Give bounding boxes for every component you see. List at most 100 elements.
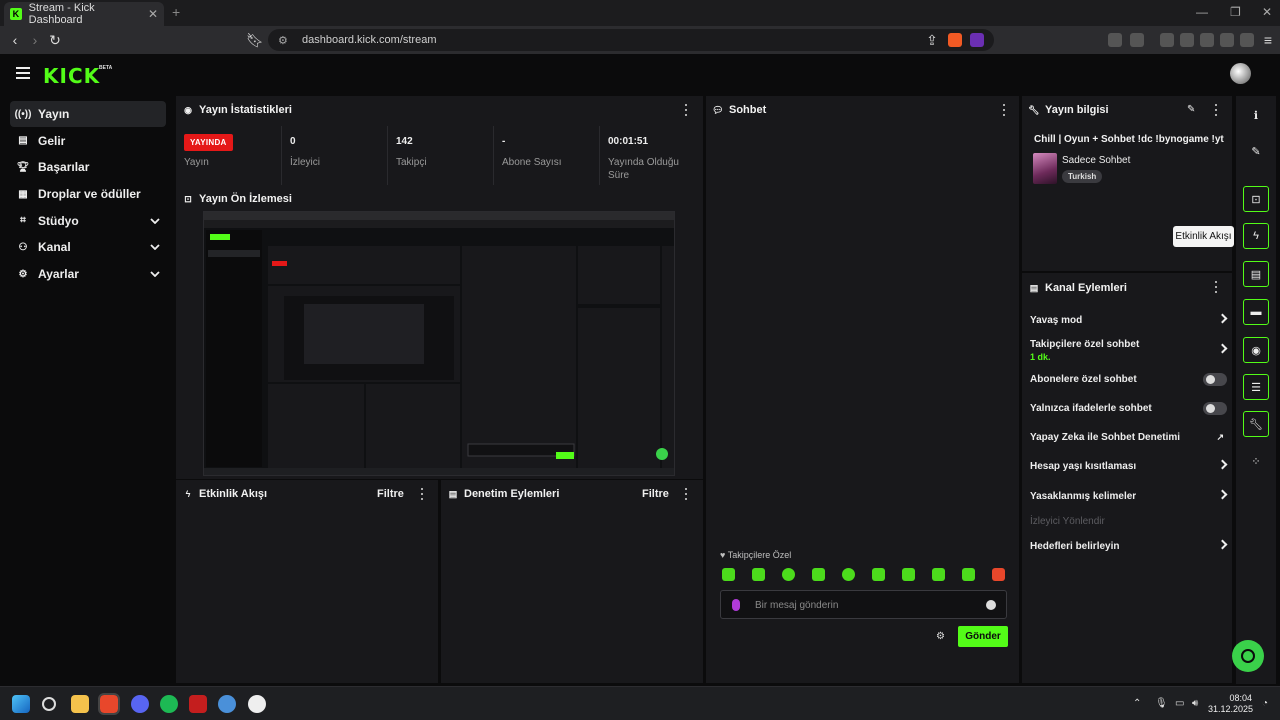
wrench-icon[interactable]: 🔧︎: [1243, 411, 1269, 437]
spotify-icon[interactable]: [160, 695, 178, 713]
emote-button[interactable]: [902, 568, 915, 581]
reload-icon[interactable]: ↻: [47, 32, 63, 48]
app-icon[interactable]: [218, 695, 236, 713]
more-options-icon[interactable]: [1214, 104, 1218, 116]
address-bar[interactable]: ⚙ dashboard.kick.com/stream: [268, 29, 994, 51]
action-ai-moderation[interactable]: Yapay Zeka ile Sohbet Denetimi ↗: [1030, 432, 1226, 443]
wallet-icon[interactable]: [1200, 33, 1214, 47]
chevron-down-icon: [150, 218, 160, 224]
more-options-icon[interactable]: [420, 488, 424, 500]
emote-button[interactable]: [722, 568, 735, 581]
back-icon[interactable]: ‹: [7, 32, 23, 48]
more-options-icon[interactable]: [1002, 104, 1006, 116]
user-avatar[interactable]: [1230, 63, 1251, 84]
chat-settings-icon[interactable]: ⚙: [936, 631, 945, 642]
sidebar-item-kanal[interactable]: ⚇ Kanal: [10, 234, 166, 260]
sidebar-item-ayarlar[interactable]: ⚙ Ayarlar: [10, 261, 166, 287]
action-account-age[interactable]: Hesap yaşı kısıtlaması: [1030, 459, 1228, 472]
lightning-icon[interactable]: ϟ: [1243, 223, 1269, 249]
obs-icon[interactable]: [248, 695, 266, 713]
layout-icon[interactable]: ⁘: [1243, 448, 1269, 474]
sidebar-item-droplar[interactable]: ▦ Droplar ve ödüller: [10, 181, 166, 207]
emote-button[interactable]: [962, 568, 975, 581]
action-banned-words[interactable]: Yasaklanmış kelimeler: [1030, 489, 1228, 502]
action-followers-only[interactable]: Takipçilere özel sohbet 1 dk.: [1030, 339, 1228, 362]
sidebar-item-label: Ayarlar: [38, 267, 79, 282]
minimize-icon[interactable]: —: [1196, 5, 1208, 19]
emote-button[interactable]: [842, 568, 855, 581]
tray-chevron-icon[interactable]: ⌃: [1133, 698, 1141, 709]
clock-date: 31.12.2025: [1208, 704, 1254, 714]
stat-label: Takipçi: [396, 157, 427, 168]
sidebar-item-gelir[interactable]: ▤ Gelir: [10, 128, 166, 154]
stream-preview-video[interactable]: [203, 211, 675, 476]
brave-rewards-icon[interactable]: [970, 33, 984, 47]
edit-icon[interactable]: ✎: [1243, 138, 1269, 164]
network-icon[interactable]: ▭: [1175, 698, 1184, 709]
emote-button[interactable]: [992, 568, 1005, 581]
media-icon[interactable]: [1160, 33, 1174, 47]
screenshot-icon[interactable]: [1130, 33, 1144, 47]
app-icon[interactable]: [189, 695, 207, 713]
hamburger-menu-icon[interactable]: [16, 67, 30, 79]
menu-icon[interactable]: ≡: [1260, 32, 1276, 48]
sidebar-icon[interactable]: [1180, 33, 1194, 47]
microphone-icon[interactable]: [732, 599, 740, 611]
share-icon[interactable]: ⇪: [924, 32, 940, 48]
more-options-icon[interactable]: [1214, 281, 1218, 293]
send-button[interactable]: Gönder: [958, 626, 1008, 647]
edit-icon[interactable]: ✎: [1187, 104, 1195, 115]
help-chat-button[interactable]: [1232, 640, 1264, 672]
browser-tab[interactable]: K Stream - Kick Dashboard ✕: [4, 2, 164, 26]
new-tab-icon[interactable]: +: [172, 4, 180, 20]
brave-browser-icon[interactable]: [98, 693, 120, 715]
volume-icon[interactable]: 🔊︎: [1192, 698, 1198, 709]
subscribers-only-toggle[interactable]: [1203, 373, 1227, 386]
start-menu-icon[interactable]: [12, 695, 30, 713]
leo-ai-icon[interactable]: [1220, 33, 1234, 47]
notification-icon[interactable]: ◔: [1262, 698, 1268, 709]
system-clock[interactable]: 08:04 31.12.2025: [1208, 693, 1254, 715]
chat-icon[interactable]: ▬: [1243, 299, 1269, 325]
sidebar-item-yayin[interactable]: ((•)) Yayın: [10, 101, 166, 127]
emoji-icon[interactable]: [986, 600, 996, 610]
action-set-goals[interactable]: Hedefleri belirleyin: [1030, 539, 1228, 552]
emote-button[interactable]: [812, 568, 825, 581]
preview-widget-icon[interactable]: ⊡: [1243, 186, 1269, 212]
forward-icon[interactable]: ›: [27, 32, 43, 48]
kick-logo[interactable]: KICK: [43, 64, 100, 88]
emote-button[interactable]: [782, 568, 795, 581]
site-info-icon[interactable]: ⚙: [278, 33, 292, 47]
discord-icon[interactable]: [131, 695, 149, 713]
extensions-icon[interactable]: [1108, 33, 1122, 47]
more-options-icon[interactable]: [684, 488, 688, 500]
emote-button[interactable]: [872, 568, 885, 581]
chat-mode-indicator: ♥ Takipçilere Özel: [720, 550, 791, 560]
bookmark-icon[interactable]: 🔖︎: [246, 32, 264, 48]
file-explorer-icon[interactable]: [71, 695, 89, 713]
emote-button[interactable]: [932, 568, 945, 581]
chevron-right-icon: [1217, 313, 1228, 324]
sidebar-item-studyo[interactable]: ⌗ Stüdyo: [10, 208, 166, 234]
more-options-icon[interactable]: [684, 104, 688, 116]
broadcast-icon[interactable]: ◉: [1243, 337, 1269, 363]
sidebar-item-basarilar[interactable]: 🏆︎ Başarılar: [10, 154, 166, 180]
action-label: Yapay Zeka ile Sohbet Denetimi: [1030, 432, 1181, 443]
chat-input-box: [720, 590, 1007, 619]
mic-tray-icon[interactable]: 🎙︎: [1155, 698, 1168, 709]
filter-button[interactable]: Filtre: [377, 488, 404, 500]
info-icon[interactable]: ℹ: [1243, 102, 1269, 128]
emote-button[interactable]: [752, 568, 765, 581]
window-close-icon[interactable]: ✕: [1262, 5, 1272, 19]
vpn-icon[interactable]: [1240, 33, 1254, 47]
brave-shield-icon[interactable]: [948, 33, 962, 47]
chat-message-input[interactable]: [755, 598, 975, 612]
stats-icon[interactable]: ☰: [1243, 374, 1269, 400]
filter-button[interactable]: Filtre: [642, 488, 669, 500]
maximize-icon[interactable]: ❐: [1230, 5, 1241, 19]
tab-close-icon[interactable]: ✕: [148, 7, 158, 21]
document-icon[interactable]: ▤: [1243, 261, 1269, 287]
search-icon[interactable]: [42, 697, 56, 711]
action-slow-mode[interactable]: Yavaş mod: [1030, 313, 1228, 326]
emote-only-toggle[interactable]: [1203, 402, 1227, 415]
